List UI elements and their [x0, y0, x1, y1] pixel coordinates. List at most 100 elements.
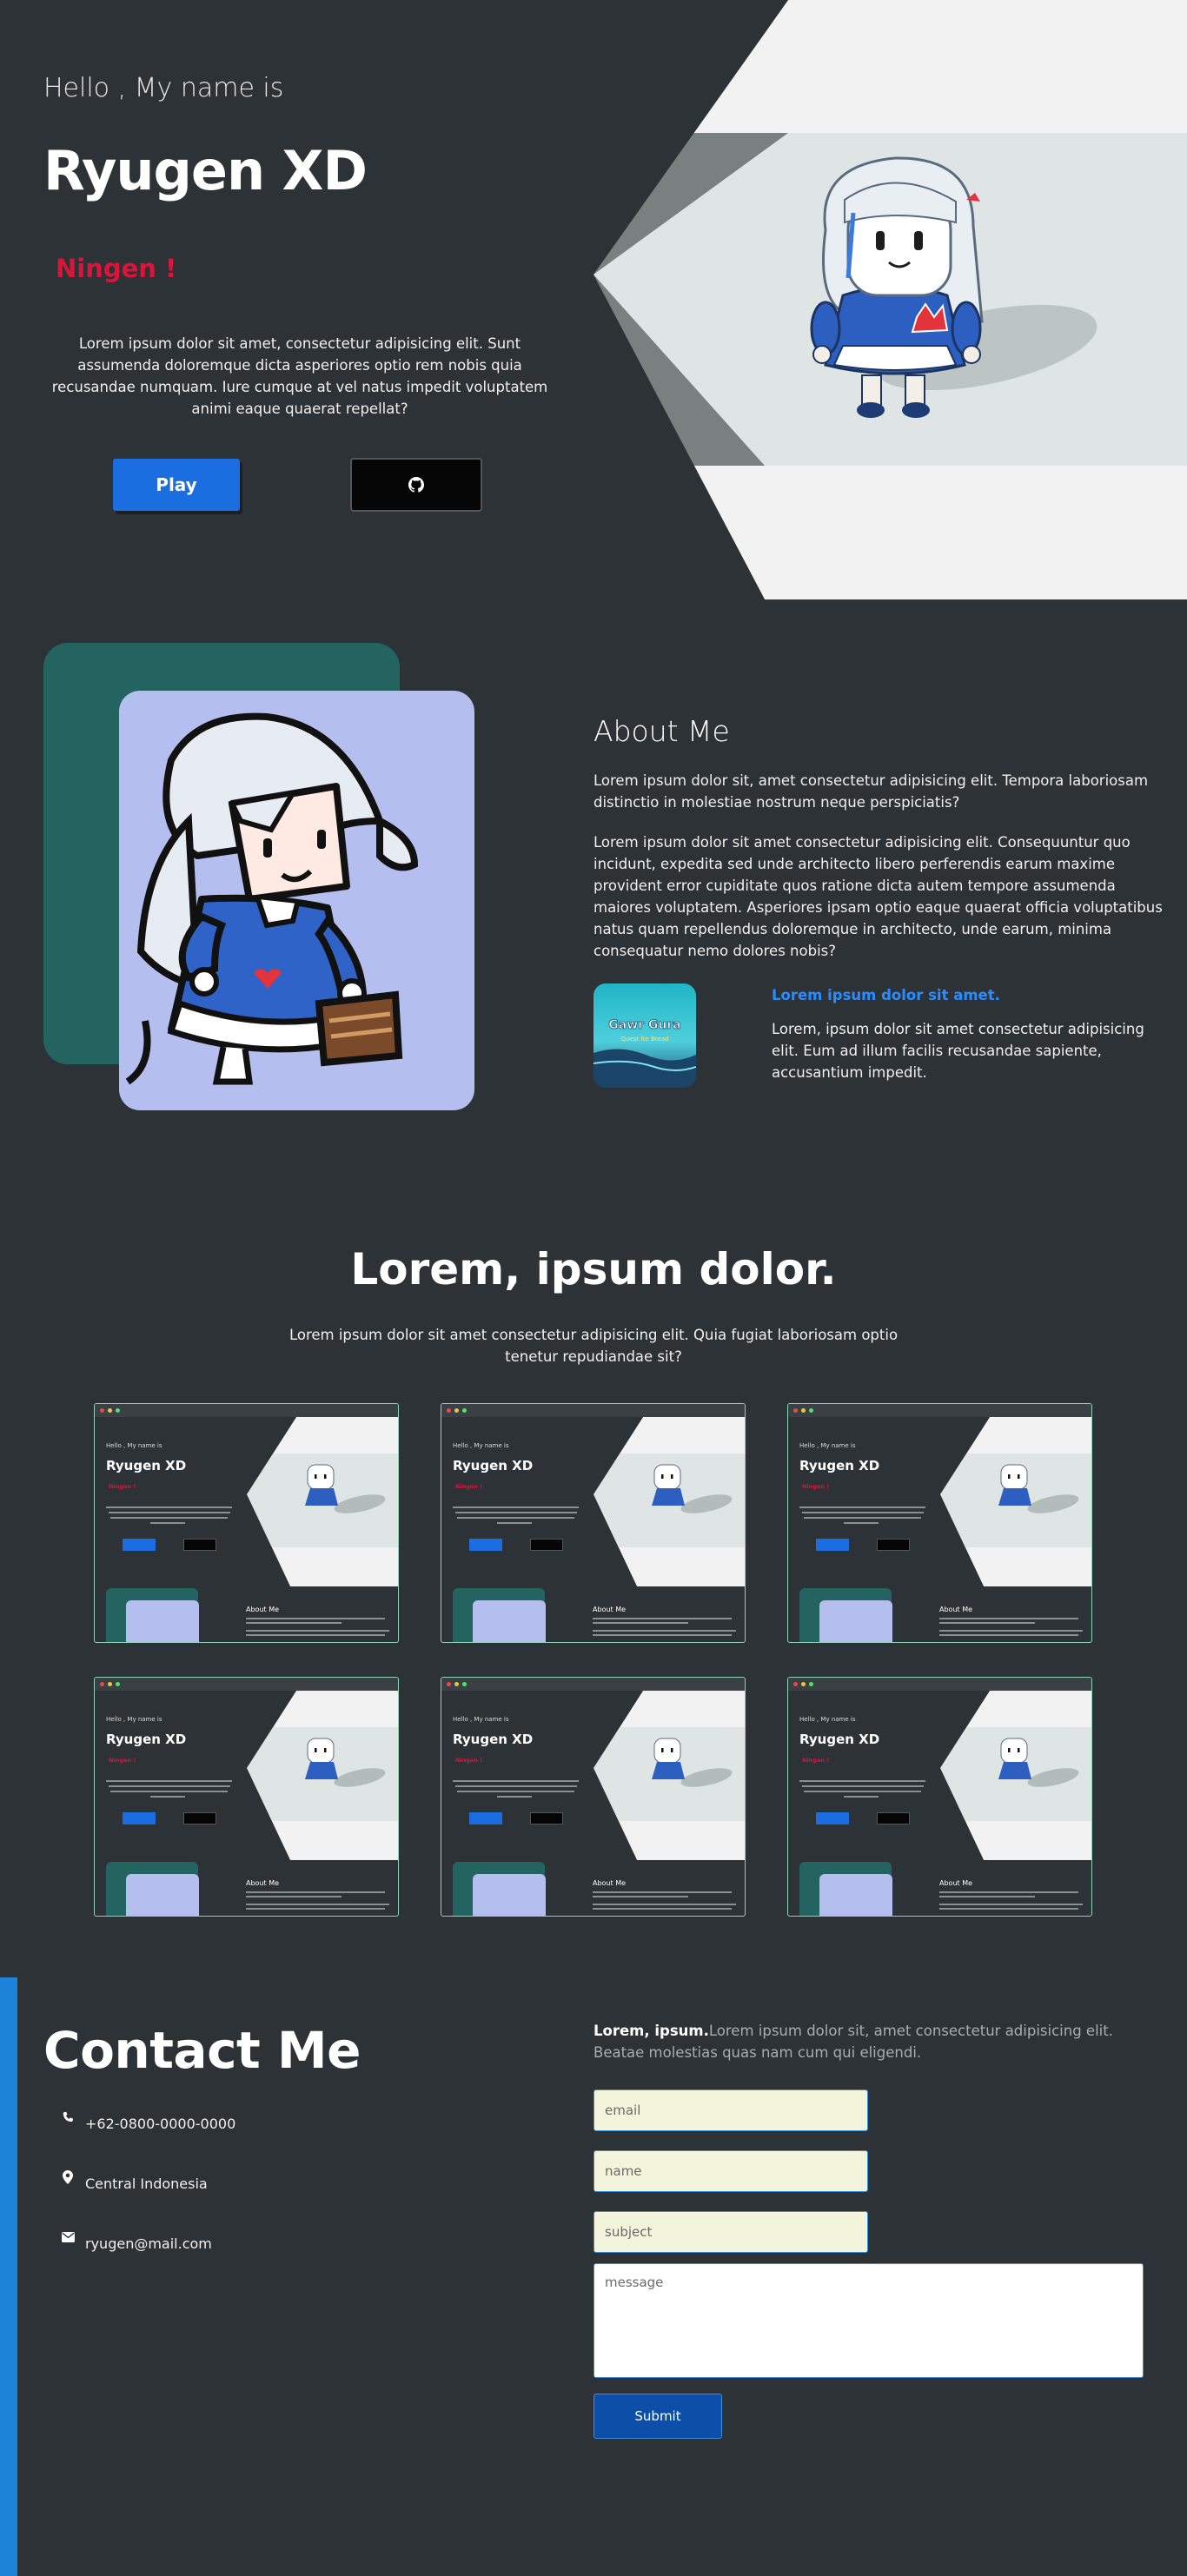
card-text-line — [939, 1634, 1078, 1636]
card-github-button — [183, 1812, 216, 1824]
portfolio-card[interactable]: Hello , My name is Ryugen XD Ningen ! Ab… — [787, 1677, 1092, 1917]
card-text-line — [593, 1634, 732, 1636]
card-text-line — [939, 1618, 1078, 1619]
hero-greeting: Hello , My name is — [43, 73, 284, 103]
card-text-line — [109, 1785, 230, 1787]
contact-email[interactable]: ryugen@mail.com — [59, 2232, 212, 2254]
card-text-line — [939, 1904, 1083, 1905]
card-name: Ryugen XD — [453, 1732, 534, 1747]
card-text-line — [593, 1908, 732, 1910]
window-close-dot — [447, 1682, 451, 1686]
card-text-line — [593, 1618, 732, 1619]
card-window-bar — [95, 1678, 398, 1691]
about-paragraph-1: Lorem ipsum dolor sit, amet consectetur … — [594, 772, 1149, 811]
window-maximize-dot — [116, 1682, 120, 1686]
portfolio-card[interactable]: Hello , My name is Ryugen XD Ningen ! Ab… — [441, 1677, 746, 1917]
card-text-line — [246, 1618, 385, 1619]
card-text-line — [246, 1630, 389, 1632]
card-greeting: Hello , My name is — [799, 1442, 856, 1449]
contact-phone[interactable]: +62-0800-0000-0000 — [59, 2111, 236, 2134]
card-text-line — [110, 1791, 228, 1792]
hero-section: Hello , My name is Ryugen XD Ningen ! Lo… — [0, 0, 1187, 599]
window-maximize-dot — [809, 1682, 813, 1686]
window-maximize-dot — [809, 1408, 813, 1413]
github-icon — [408, 477, 424, 493]
card-github-button — [530, 1539, 563, 1551]
card-name: Ryugen XD — [799, 1732, 880, 1747]
card-text-line — [593, 1896, 688, 1897]
card-role: Ningen ! — [455, 1483, 483, 1490]
card-text-line — [939, 1896, 1035, 1897]
card-role: Ningen ! — [455, 1757, 483, 1764]
contact-phone-text: +62-0800-0000-0000 — [85, 2115, 236, 2132]
window-close-dot — [447, 1408, 451, 1413]
hero-description: Lorem ipsum dolor sit amet, consectetur … — [51, 335, 548, 417]
card-text-line — [106, 1507, 232, 1508]
portfolio-card[interactable]: Hello , My name is Ryugen XD Ningen ! Ab… — [787, 1403, 1092, 1643]
window-minimize-dot — [454, 1408, 459, 1413]
github-button[interactable] — [350, 458, 482, 512]
message-field[interactable] — [594, 2263, 1144, 2378]
card-text-line — [802, 1785, 924, 1787]
card-text-line — [455, 1512, 577, 1513]
card-play-button — [469, 1812, 502, 1824]
card-text-line — [109, 1512, 230, 1513]
portfolio-card[interactable]: Hello , My name is Ryugen XD Ningen ! Ab… — [94, 1677, 399, 1917]
window-maximize-dot — [462, 1408, 467, 1413]
card-text-line — [246, 1891, 385, 1893]
name-field[interactable] — [594, 2150, 868, 2192]
contact-email-text: ryugen@mail.com — [85, 2235, 212, 2252]
card-text-line — [844, 1522, 879, 1524]
about-subdescription: Lorem, ipsum dolor sit amet consectetur … — [772, 1021, 1144, 1081]
card-role: Ningen ! — [109, 1757, 136, 1764]
card-text-line — [150, 1796, 185, 1798]
card-about-title: About Me — [939, 1606, 973, 1613]
card-play-button — [123, 1812, 156, 1824]
subject-field[interactable] — [594, 2211, 868, 2253]
portfolio-description: Lorem ipsum dolor sit amet consectetur a… — [288, 1327, 899, 1365]
window-minimize-dot — [108, 1682, 112, 1686]
card-text-line — [939, 1622, 1035, 1624]
card-text-line — [804, 1791, 921, 1792]
character-drawing-illustration — [125, 712, 419, 1085]
envelope-icon — [59, 2228, 76, 2246]
phone-icon — [59, 2109, 76, 2126]
window-maximize-dot — [462, 1682, 467, 1686]
submit-button[interactable]: Submit — [594, 2394, 722, 2439]
contact-intro-bold: Lorem, ipsum. — [594, 2023, 709, 2039]
about-paragraph-2: Lorem ipsum dolor sit amet consectetur a… — [594, 834, 1163, 959]
card-window-bar — [95, 1404, 398, 1417]
card-text-line — [593, 1904, 736, 1905]
card-greeting: Hello , My name is — [106, 1442, 162, 1449]
card-name: Ryugen XD — [799, 1458, 880, 1473]
card-text-line — [246, 1908, 385, 1910]
card-text-line — [593, 1622, 688, 1624]
character-figure-illustration — [810, 156, 1097, 418]
window-close-dot — [100, 1682, 104, 1686]
card-text-line — [106, 1780, 232, 1782]
game-logo-subtext: Quest for Bread — [620, 1036, 668, 1043]
card-play-button — [816, 1539, 849, 1551]
card-about-title: About Me — [939, 1879, 973, 1887]
card-text-line — [939, 1630, 1083, 1632]
card-about-image — [126, 1874, 199, 1916]
card-window-bar — [441, 1678, 745, 1691]
card-name: Ryugen XD — [106, 1732, 187, 1747]
card-window-bar — [788, 1404, 1091, 1417]
location-pin-icon — [59, 2169, 76, 2186]
card-github-button — [877, 1812, 910, 1824]
contact-title: Contact Me — [43, 2021, 361, 2080]
card-greeting: Hello , My name is — [106, 1716, 162, 1723]
hero-role: Ningen ! — [56, 254, 177, 283]
card-play-button — [123, 1539, 156, 1551]
email-field[interactable] — [594, 2089, 868, 2131]
card-greeting: Hello , My name is — [453, 1442, 509, 1449]
card-text-line — [497, 1522, 532, 1524]
portfolio-card[interactable]: Hello , My name is Ryugen XD Ningen ! Ab… — [94, 1403, 399, 1643]
about-subtitle[interactable]: Lorem ipsum dolor sit amet. — [772, 987, 1000, 1003]
portfolio-card[interactable]: Hello , My name is Ryugen XD Ningen ! Ab… — [441, 1403, 746, 1643]
card-text-line — [150, 1522, 185, 1524]
play-button[interactable]: Play — [113, 459, 240, 511]
contact-location: Central Indonesia — [59, 2170, 208, 2194]
card-text-line — [457, 1791, 574, 1792]
